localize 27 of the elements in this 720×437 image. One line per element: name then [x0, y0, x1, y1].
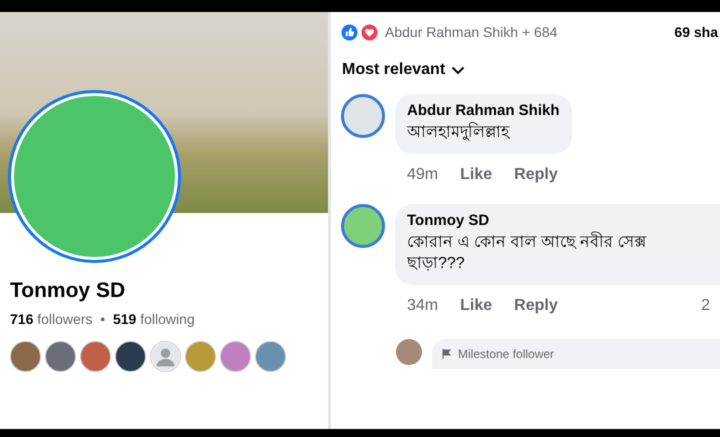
shares-count[interactable]: 69 sha: [674, 24, 718, 40]
comment-text: কোরান এ কোন বাল আছে নবীর সেক্স ছাড়া???: [407, 232, 648, 274]
commenter-avatar[interactable]: [341, 94, 385, 138]
milestone-label: Milestone follower: [458, 346, 554, 361]
friend-avatar[interactable]: [10, 341, 41, 372]
follower-stats[interactable]: 716 followers • 519 following: [10, 311, 316, 327]
commenter-avatar[interactable]: [341, 204, 385, 248]
heart-reaction-icon: [361, 24, 378, 40]
reply-link[interactable]: Reply: [514, 166, 558, 184]
comment-author[interactable]: Tonmoy SD: [407, 212, 662, 229]
chevron-down-icon: [451, 66, 466, 74]
flag-icon: [442, 348, 452, 359]
comment-time: 49m: [407, 166, 438, 184]
comment-author[interactable]: Abdur Rahman Shikh: [407, 102, 560, 119]
friend-avatar[interactable]: [45, 341, 76, 372]
like-link[interactable]: Like: [460, 296, 492, 315]
commenter-avatar[interactable]: [396, 338, 422, 365]
reply-link[interactable]: Reply: [514, 296, 558, 315]
comment-time: 34m: [407, 296, 438, 315]
like-link[interactable]: Like: [460, 166, 492, 184]
sort-dropdown[interactable]: Most relevant: [342, 61, 466, 79]
like-reaction-icon: [341, 24, 358, 40]
comment-text: আলহামদুলিল্লাহ: [407, 122, 511, 143]
friend-avatar[interactable]: [115, 341, 146, 372]
profile-name: Tonmoy SD: [10, 279, 126, 303]
reactors-text[interactable]: Abdur Rahman Shikh + 684: [385, 24, 672, 40]
reaction-count: 2: [701, 296, 710, 315]
